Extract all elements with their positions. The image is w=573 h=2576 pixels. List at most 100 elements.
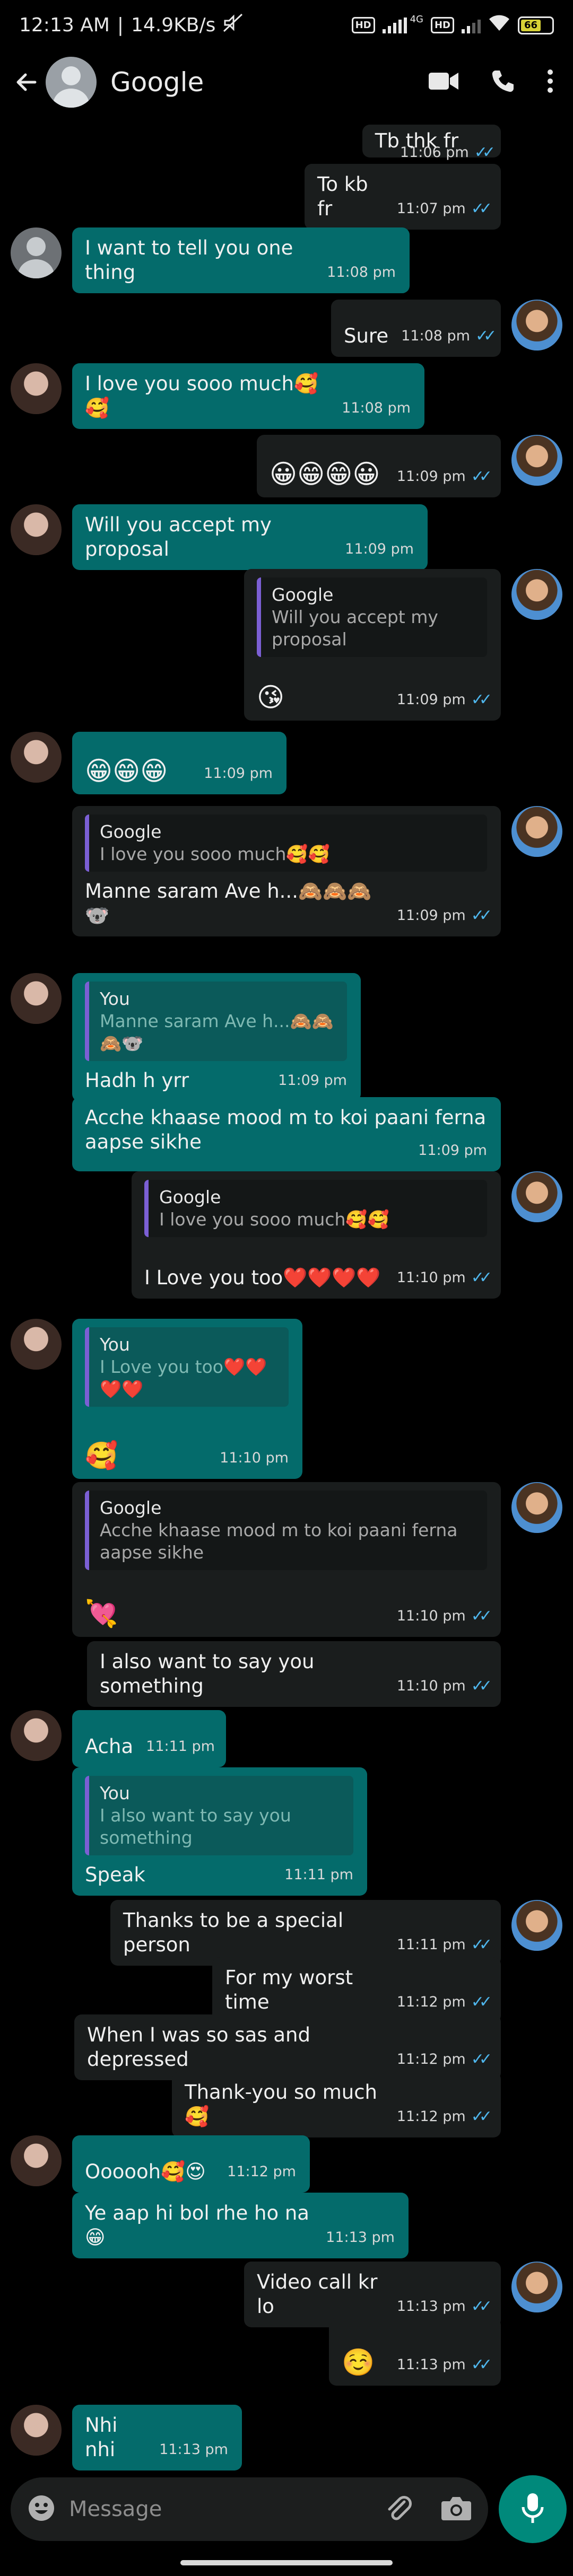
my-avatar [511,569,562,620]
message-meta: 11:12 pm ✓✓ [397,1990,492,2014]
message-time: 11:09 pm [396,907,466,924]
quote-text: Manne saram Ave h...🙈🙈🙈🐨 [100,1011,334,1054]
message-time: 11:10 pm [396,1269,466,1286]
message-time: 11:13 pm [159,2441,228,2458]
read-ticks-icon: ✓✓ [471,1935,492,1954]
quote-text: I Love you too❤️❤️❤️❤️ [100,1356,267,1399]
reply-quote[interactable]: Google Will you accept my proposal [257,577,487,657]
message-meta: 11:13 pm ✓✓ [396,2353,492,2377]
read-ticks-icon: ✓✓ [471,199,492,218]
read-ticks-icon: ✓✓ [471,2107,492,2126]
message-incoming[interactable]: You I also want to say you something Spe… [72,1767,367,1896]
message-text: 😀😁😁😀 [270,459,380,489]
message-outgoing[interactable]: Google Acche khaase mood m to koi paani … [72,1482,501,1637]
reply-quote[interactable]: You I Love you too❤️❤️❤️❤️ [85,1327,289,1407]
message-meta: 11:09 pm ✓✓ [396,904,492,928]
message-text: Manne saram Ave h...🙈🙈🙈🐨 [85,880,372,927]
message-outgoing[interactable]: For my worst time 11:12 pm ✓✓ [212,1957,501,2023]
attach-icon[interactable] [384,2493,414,2525]
message-meta: 11:10 pm ✓✓ [397,1674,492,1698]
camera-icon[interactable] [440,2495,472,2524]
message-text: Sure [344,325,389,347]
message-outgoing[interactable]: Tb thk frxx 11:06 pm✓✓ [362,125,501,162]
reply-quote[interactable]: Google I love you sooo much🥰🥰 [144,1180,487,1237]
message-text: ☺️ [342,2347,375,2378]
read-ticks-icon: ✓✓ [471,2050,492,2069]
contact-avatar [11,504,62,555]
emoji-icon[interactable] [27,2493,56,2525]
back-arrow-icon[interactable] [11,66,42,98]
message-incoming[interactable]: Nhi nhi 11:13 pm [72,2405,242,2470]
message-outgoing[interactable]: ☺️ 11:13 pm ✓✓ [329,2318,501,2386]
message-incoming[interactable]: I love you sooo much🥰🥰 11:08 pm [72,363,424,429]
message-time: 11:12 pm [227,2163,296,2180]
message-input[interactable]: Message [69,2497,384,2521]
my-avatar [511,1482,562,1533]
message-outgoing[interactable]: I also want to say you something 11:10 pm… [87,1641,501,1707]
quote-author: You [100,1334,130,1355]
volte-icon: HD [351,17,375,33]
message-outgoing[interactable]: Thanks to be a special person 11:11 pm ✓✓ [110,1900,501,1966]
wifi-icon [488,14,510,37]
message-outgoing[interactable]: Sure 11:08 pm ✓✓ [331,300,501,357]
my-avatar [511,2262,562,2312]
message-outgoing[interactable]: Thank-you so much🥰 11:12 pm ✓✓ [172,2072,501,2137]
phone-icon[interactable] [490,68,516,96]
message-text: 😘 [257,682,285,713]
quote-text: I love you sooo much🥰🥰 [100,844,330,864]
reply-quote[interactable]: Google Acche khaase mood m to koi paani … [85,1491,487,1570]
message-text: To kb fr [317,173,368,220]
message-outgoing[interactable]: Google I love you sooo much🥰🥰 Manne sara… [72,806,501,936]
message-text: For my worst time [225,1966,353,2013]
mute-icon [223,13,244,37]
contact-avatar [11,1710,62,1761]
message-incoming[interactable]: You Manne saram Ave h...🙈🙈🙈🐨 Hadh h yrr 1… [72,973,361,1101]
message-time: 11:07 pm [396,200,466,217]
message-text: I want to tell you one thing [85,236,293,284]
message-meta: 11:11 pm ✓✓ [397,1933,492,1957]
contact-name[interactable]: Google [110,67,429,98]
message-outgoing[interactable]: Google Will you accept my proposal 😘 11:0… [244,569,501,721]
message-incoming[interactable]: I want to tell you one thing 11:08 pm [72,227,410,293]
reply-quote[interactable]: You Manne saram Ave h...🙈🙈🙈🐨 [85,982,347,1061]
message-meta: 11:09 pm ✓✓ [397,688,492,712]
message-time: 11:06 pm [400,144,469,161]
message-incoming[interactable]: Oooooh🥰😍 11:12 pm [72,2135,310,2193]
my-avatar [511,300,562,351]
message-list[interactable]: Tb thk frxx 11:06 pm✓✓ To kb fr 11:07 pm ✓… [0,114,573,2470]
message-time: 11:09 pm [204,765,273,782]
read-ticks-icon: ✓✓ [471,467,492,486]
home-indicator[interactable] [180,2560,393,2565]
message-outgoing[interactable]: 😀😁😁😀 11:09 pm ✓✓ [257,435,501,497]
my-avatar [511,1171,562,1222]
read-ticks-icon: ✓✓ [471,1677,492,1695]
my-avatar [511,1900,562,1951]
message-time: 11:09 pm [345,541,414,557]
message-incoming[interactable]: 😁😁😁 11:09 pm [72,732,286,794]
message-incoming[interactable]: Will you accept my proposal 11:09 pm [72,504,428,570]
video-call-icon[interactable] [429,71,459,94]
mic-button[interactable] [499,2475,567,2543]
message-time: 11:08 pm [342,400,411,416]
message-text: Thanks to be a special person [123,1909,344,1956]
message-outgoing[interactable]: Google I love you sooo much🥰🥰 I Love you… [132,1171,501,1299]
read-ticks-icon: ✓✓ [471,690,492,709]
message-outgoing[interactable]: To kb fr 11:07 pm ✓✓ [305,164,501,230]
message-incoming[interactable]: Acche khaase mood m to koi paani ferna a… [72,1097,501,1171]
message-incoming[interactable]: You I Love you too❤️❤️❤️❤️ 🥰 11:10 pm [72,1319,302,1479]
reply-quote[interactable]: You I also want to say you something [85,1776,353,1855]
message-text: 😁😁😁 [85,756,168,786]
status-separator: | [117,14,124,36]
message-incoming[interactable]: Acha 11:11 pm [72,1710,226,1767]
message-time: 11:13 pm [396,2356,466,2373]
message-incoming[interactable]: Ye aap hi bol rhe ho na😁 11:13 pm [72,2193,409,2258]
contact-avatar[interactable] [46,57,97,108]
signal-icon [382,17,407,33]
message-composer[interactable]: Message [11,2477,488,2541]
contact-avatar [11,732,62,783]
message-outgoing[interactable]: When I was so sas and depressed 11:12 pm ✓… [74,2014,501,2080]
reply-quote[interactable]: Google I love you sooo much🥰🥰 [85,814,487,872]
more-icon[interactable] [546,68,554,96]
message-time: 11:12 pm [396,2051,466,2067]
message-time: 11:11 pm [146,1738,215,1755]
